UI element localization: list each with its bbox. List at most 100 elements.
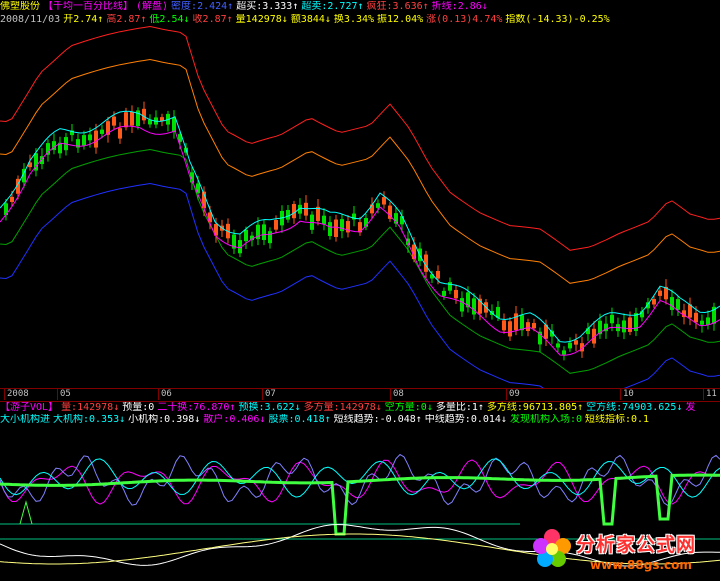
candle-body	[100, 129, 104, 134]
price-chart[interactable]	[0, 26, 720, 388]
candle-body	[400, 216, 404, 225]
candle-body	[292, 204, 296, 219]
watermark: 分析家公式网 www.88gs.com	[528, 524, 720, 581]
indicator1-item: 发	[685, 402, 696, 413]
candle-body	[562, 350, 566, 355]
axis-label: 07	[262, 389, 276, 400]
header2-item: 指数(-14.33)-0.25%	[505, 14, 610, 25]
indicator-vol-info: 【游子VOL】 量:142978↓ 预量:0 二十换:76.870↑ 预换:3.622↓…	[0, 402, 720, 414]
candle-body	[382, 197, 386, 205]
candle-body	[94, 130, 98, 148]
candle-body	[454, 289, 458, 299]
flower-logo-icon	[533, 529, 571, 567]
candle-body	[328, 222, 332, 237]
axis-label: 08	[390, 389, 404, 400]
candle-body	[124, 112, 128, 128]
header2-item: 振12.04%	[377, 14, 424, 25]
indicator1-item: 多方量:142978↓	[303, 402, 382, 413]
candle-body	[508, 321, 512, 337]
indicator1-item: 量:142978↓	[61, 402, 120, 413]
candle-body	[436, 270, 440, 279]
date-axis: 2008 05 06 07 08 09 10 11	[0, 388, 720, 402]
candle-body	[334, 219, 338, 237]
candle-body	[112, 116, 116, 126]
header2-item: 换3.34%	[333, 14, 375, 25]
entry-spike-marker	[19, 500, 33, 525]
header1-item: 超卖:2.727↑	[301, 1, 364, 12]
candle-body	[502, 320, 506, 331]
header2-item: 量142978↓	[235, 14, 288, 25]
axis-label: 10	[620, 389, 634, 400]
candle-body	[526, 322, 530, 332]
watermark-url: www.88gs.com	[590, 558, 692, 572]
header2-item: 涨(0.13)4.74%	[426, 14, 503, 25]
candle-body	[322, 215, 326, 225]
axis-label: 11	[703, 389, 717, 400]
candle-body	[82, 135, 86, 146]
candle-body	[568, 342, 572, 349]
candle-body	[472, 298, 476, 315]
candle-body	[10, 196, 14, 202]
candle-body	[460, 298, 464, 312]
header1-item: 【千均一百分比线】	[43, 1, 133, 12]
candle-body	[694, 312, 698, 323]
indicator1-item: 预量:0	[122, 402, 155, 413]
band-overbought-line	[0, 58, 720, 284]
watermark-title: 分析家公式网	[576, 534, 697, 556]
candle-body	[442, 290, 446, 297]
candle-body	[676, 299, 680, 310]
candle-body	[532, 323, 536, 329]
candle-body	[130, 111, 134, 126]
header1-item: 疯狂:3.636↑	[366, 1, 429, 12]
band-density-line	[0, 182, 720, 388]
header1-item: 佛塑股份	[0, 1, 40, 12]
header2-item: 低2.54↓	[149, 14, 190, 25]
indicator1-item: 多方线:96713.805↑	[486, 402, 584, 413]
indicator1-item: 二十换:76.870↑	[157, 402, 236, 413]
candle-body	[622, 320, 626, 333]
candle-body	[670, 297, 674, 310]
candle-body	[340, 219, 344, 232]
header2-item: 收2.87↑	[192, 14, 233, 25]
header1-item: 密度:2.424↑	[171, 1, 234, 12]
header1-item: 超买:3.333↑	[236, 1, 299, 12]
header2-item: 额3844↓	[290, 14, 331, 25]
header-quote-info: 2008/11/03 开2.74↑ 高2.87↑ 低2.54↓ 收2.87↑ 量14297…	[0, 14, 720, 26]
candle-body	[448, 282, 452, 291]
candle-body	[262, 224, 266, 241]
candle-body	[556, 343, 560, 348]
header2-item: 开2.74↑	[63, 14, 104, 25]
header-stock-info: 佛塑股份 【千均一百分比线】 (解盘) 密度:2.424↑ 超买:3.333↑ 超卖:2.…	[0, 1, 720, 13]
candle-body	[652, 299, 656, 305]
axis-label: 09	[506, 389, 520, 400]
candle-body	[268, 231, 272, 244]
candle-body	[700, 320, 704, 325]
axis-label: 2008	[4, 389, 29, 400]
candle-body	[172, 117, 176, 133]
candle-body	[286, 209, 290, 220]
band-oversold-line	[0, 148, 720, 374]
indicator1-item: 空方线:74903.625↓	[586, 402, 683, 413]
axis-label: 06	[158, 389, 172, 400]
candle-body	[628, 317, 632, 332]
indicator1-item: 预换:3.622↓	[238, 402, 301, 413]
candle-body	[88, 134, 92, 141]
candle-body	[658, 290, 662, 296]
candle-body	[118, 128, 122, 139]
indicator1-item: 空方量:0↓	[384, 402, 433, 413]
candle-body	[142, 108, 146, 121]
candle-body	[520, 315, 524, 331]
candle-body	[610, 314, 614, 324]
header1-item: (解盘)	[136, 1, 169, 12]
axis-label: 05	[57, 389, 71, 400]
header2-item: 2008/11/03	[0, 14, 61, 25]
candle-body	[304, 202, 308, 216]
candle-body	[706, 317, 710, 326]
indicator1-item: 多量比:1↑	[435, 402, 484, 413]
indicator1-item: 【游子VOL】	[0, 402, 59, 413]
candle-body	[244, 229, 248, 242]
candle-body	[574, 340, 578, 345]
header1-item: 折线:2.86↓	[431, 1, 488, 12]
header2-item: 高2.87↑	[106, 14, 147, 25]
candle-body	[274, 220, 278, 230]
